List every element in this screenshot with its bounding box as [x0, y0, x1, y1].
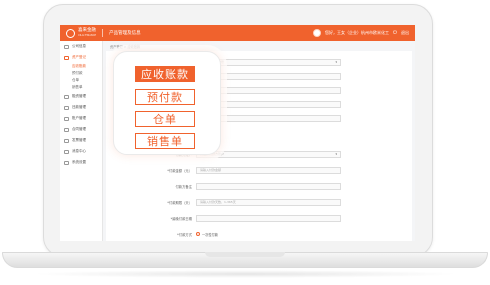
- payment-term-input[interactable]: 请输入付款天数，1-365天: [196, 198, 341, 206]
- sidebar-subitem-prepayment[interactable]: 预付款: [60, 70, 102, 77]
- payment-method-radio[interactable]: 一次性付款: [196, 232, 218, 237]
- laptop-notch: [205, 252, 285, 257]
- sidebar-item-contract[interactable]: 合同管理: [60, 124, 102, 135]
- user-info: 您好，王女（企业）杭州市欧米化工: [325, 30, 390, 35]
- input-placeholder: 请输入付款金额: [200, 168, 222, 172]
- sidebar: 公司信息 资产登记 应收账款 预付款 仓单 销售单 融资管理 还款管理 账户管理…: [60, 41, 103, 241]
- sidebar-item-label: 融资管理: [72, 94, 86, 98]
- exit-icon[interactable]: ⏻: [393, 30, 397, 36]
- sidebar-item-label: 发票管理: [72, 138, 86, 142]
- sidebar-item-invoice[interactable]: 发票管理: [60, 135, 102, 146]
- breadcrumb: 资产登记 > 应收账款: [110, 45, 141, 49]
- card-icon: [64, 116, 69, 121]
- sidebar-item-label: 消息中心: [72, 149, 86, 153]
- payer-account-select[interactable]: 请选择付款方账户 ▾: [196, 150, 341, 158]
- zoom-item-receivables[interactable]: 应收账款: [135, 66, 195, 82]
- sidebar-subitem-sales-order[interactable]: 销售单: [60, 84, 102, 91]
- refresh-icon: [64, 105, 69, 110]
- message-icon: [64, 149, 69, 154]
- app-logo[interactable]: 喜来金融 XILAI FINANCE: [66, 28, 97, 38]
- sidebar-item-settings[interactable]: 系统设置: [60, 157, 102, 168]
- radio-label: 一次性付款: [202, 232, 218, 237]
- sidebar-item-label: 资产登记: [72, 55, 86, 59]
- input-placeholder: 请输入付款天数，1-365天: [200, 200, 236, 204]
- logo-icon: [66, 28, 75, 38]
- form-label: *付款方式: [177, 232, 192, 237]
- folder-icon: [64, 55, 69, 60]
- zoom-item-prepayment[interactable]: 预付款: [135, 89, 195, 105]
- zoom-item-sales-order[interactable]: 销售单: [135, 133, 195, 149]
- header-divider: [102, 29, 104, 37]
- form-row: *最晚付款日期: [106, 213, 412, 223]
- avatar[interactable]: [313, 29, 322, 37]
- user-area: 您好，王女（企业）杭州市欧米化工 ⏻ 退出: [313, 29, 409, 37]
- sidebar-item-label: 合同管理: [72, 127, 86, 131]
- invoice-icon: [64, 138, 69, 143]
- form-row: 付款方备注: [106, 181, 412, 191]
- form-label: *最晚付款日期: [170, 216, 192, 221]
- chevron-down-icon: ▾: [335, 152, 337, 156]
- sidebar-item-label: 系统设置: [72, 160, 86, 164]
- sidebar-item-label: 公司信息: [72, 44, 86, 48]
- payer-remark-input[interactable]: [196, 182, 341, 190]
- sidebar-item-label: 还款管理: [72, 105, 86, 109]
- gear-icon: [64, 160, 69, 165]
- sidebar-item-messages[interactable]: 消息中心: [60, 146, 102, 157]
- radio-selected-icon: [196, 232, 200, 236]
- sidebar-item-repayment[interactable]: 还款管理: [60, 102, 102, 113]
- chevron-down-icon: ▾: [335, 60, 337, 64]
- sidebar-item-assets[interactable]: 资产登记: [60, 52, 102, 63]
- building-icon: [64, 44, 69, 49]
- sidebar-item-label: 账户管理: [72, 116, 86, 120]
- zoom-callout: 应收账款 预付款 仓单 销售单: [113, 51, 221, 155]
- sidebar-subitem-warehouse-receipt[interactable]: 仓单: [60, 77, 102, 84]
- document-icon: [64, 127, 69, 132]
- laptop-shadow: [30, 270, 460, 278]
- latest-payment-date-input[interactable]: [196, 214, 341, 222]
- form-row: *付款方式 一次性付款: [106, 229, 412, 239]
- exit-link[interactable]: 退出: [401, 30, 409, 36]
- form-row: *付款金额（元） 请输入付款金额: [106, 165, 412, 175]
- coin-icon: [64, 94, 69, 99]
- form-row: *付款期限（天） 请输入付款天数，1-365天: [106, 197, 412, 207]
- zoom-item-warehouse-receipt[interactable]: 仓单: [135, 111, 195, 127]
- form-label: 付款方备注: [175, 184, 192, 189]
- app-title: 产品管理及信息: [109, 31, 141, 36]
- payment-amount-input[interactable]: 请输入付款金额: [196, 166, 341, 174]
- logo-subtext: XILAI FINANCE: [78, 33, 97, 37]
- top-bar: 喜来金融 XILAI FINANCE 产品管理及信息 您好，王女（企业）杭州市欧…: [60, 25, 415, 41]
- form-label: *付款期限（天）: [167, 200, 192, 205]
- sidebar-item-financing[interactable]: 融资管理: [60, 91, 102, 102]
- sidebar-item-account[interactable]: 账户管理: [60, 113, 102, 124]
- sidebar-item-company[interactable]: 公司信息: [60, 41, 102, 52]
- sidebar-subitem-receivables[interactable]: 应收账款: [60, 63, 102, 70]
- form-label: *付款金额（元）: [167, 168, 192, 173]
